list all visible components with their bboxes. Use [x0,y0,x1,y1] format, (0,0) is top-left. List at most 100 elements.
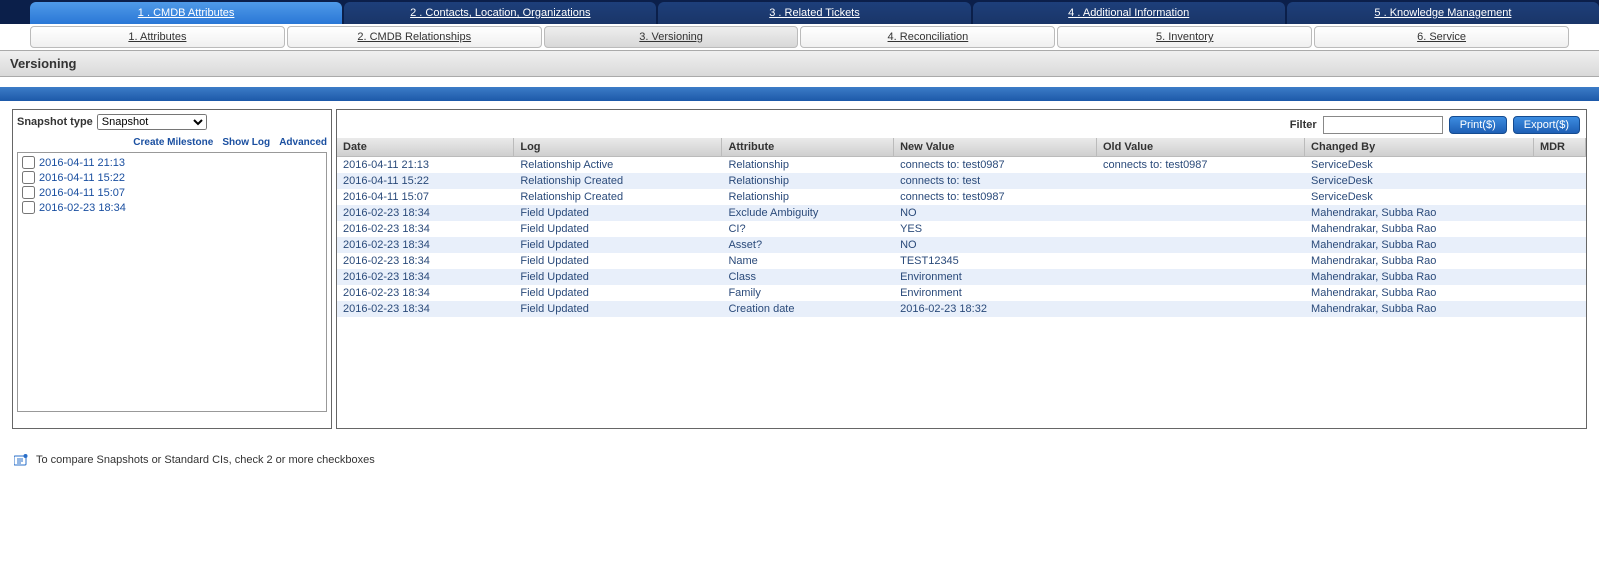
cell-changed_by: Mahendrakar, Subba Rao [1305,253,1534,269]
cell-date: 2016-02-23 18:34 [337,301,514,317]
cell-attribute: Relationship [722,157,894,174]
col-header-log[interactable]: Log [514,138,722,157]
table-row[interactable]: 2016-02-23 18:34Field UpdatedNameTEST123… [337,253,1586,269]
filter-input[interactable] [1323,116,1443,134]
snapshot-checkbox[interactable] [22,171,35,184]
secondary-tab-5[interactable]: 6. Service [1314,26,1569,48]
cell-old_value: connects to: test0987 [1096,157,1304,174]
secondary-tab-0[interactable]: 1. Attributes [30,26,285,48]
cell-new_value: 2016-02-23 18:32 [894,301,1097,317]
cell-attribute: Exclude Ambiguity [722,205,894,221]
section-divider [0,87,1599,101]
cell-date: 2016-02-23 18:34 [337,237,514,253]
cell-date: 2016-04-11 21:13 [337,157,514,174]
cell-mdr [1533,301,1585,317]
cell-new_value: NO [894,205,1097,221]
table-row[interactable]: 2016-04-11 15:22Relationship CreatedRela… [337,173,1586,189]
table-row[interactable]: 2016-02-23 18:34Field UpdatedClassEnviro… [337,269,1586,285]
cell-attribute: Relationship [722,173,894,189]
cell-changed_by: ServiceDesk [1305,173,1534,189]
snapshot-item-label: 2016-04-11 15:07 [39,187,125,199]
cell-new_value: connects to: test0987 [894,189,1097,205]
cell-date: 2016-02-23 18:34 [337,285,514,301]
log-toolbar: Filter Print($) Export($) [337,110,1586,138]
primary-tab-0[interactable]: 1 . CMDB Attributes [30,2,342,24]
cell-date: 2016-02-23 18:34 [337,221,514,237]
cell-attribute: Asset? [722,237,894,253]
table-row[interactable]: 2016-02-23 18:34Field UpdatedExclude Amb… [337,205,1586,221]
cell-log: Field Updated [514,285,722,301]
cell-mdr [1533,285,1585,301]
primary-tab-4[interactable]: 5 . Knowledge Management [1287,2,1599,24]
table-row[interactable]: 2016-04-11 21:13Relationship ActiveRelat… [337,157,1586,174]
cell-log: Relationship Active [514,157,722,174]
snapshot-item-label: 2016-04-11 21:13 [39,157,125,169]
col-header-new-value[interactable]: New Value [894,138,1097,157]
snapshot-checkbox[interactable] [22,186,35,199]
cell-mdr [1533,237,1585,253]
cell-attribute: Relationship [722,189,894,205]
snapshot-item-label: 2016-04-11 15:22 [39,172,125,184]
advanced-link[interactable]: Advanced [279,137,327,148]
cell-changed_by: ServiceDesk [1305,189,1534,205]
cell-new_value: connects to: test [894,173,1097,189]
cell-log: Relationship Created [514,189,722,205]
table-row[interactable]: 2016-02-23 18:34Field UpdatedCI?YESMahen… [337,221,1586,237]
cell-changed_by: ServiceDesk [1305,157,1534,174]
snapshot-item[interactable]: 2016-04-11 21:13 [20,155,324,170]
snapshot-item[interactable]: 2016-04-11 15:07 [20,185,324,200]
top-bar: 1 . CMDB Attributes2 . Contacts, Locatio… [0,0,1599,24]
cell-attribute: Creation date [722,301,894,317]
col-header-date[interactable]: Date [337,138,514,157]
cell-old_value [1096,237,1304,253]
cell-old_value [1096,285,1304,301]
info-icon [14,453,28,467]
create-milestone-link[interactable]: Create Milestone [133,137,213,148]
cell-old_value [1096,189,1304,205]
col-header-mdr[interactable]: MDR [1533,138,1585,157]
primary-tab-3[interactable]: 4 . Additional Information [973,2,1285,24]
col-header-old-value[interactable]: Old Value [1096,138,1304,157]
log-panel: Filter Print($) Export($) Date Log Attri… [336,109,1587,429]
cell-old_value [1096,205,1304,221]
snapshot-item[interactable]: 2016-04-11 15:22 [20,170,324,185]
secondary-tab-1[interactable]: 2. CMDB Relationships [287,26,542,48]
cell-log: Field Updated [514,269,722,285]
cell-mdr [1533,173,1585,189]
cell-new_value: connects to: test0987 [894,157,1097,174]
snapshot-type-select[interactable]: Snapshot [97,114,207,130]
hint-row: To compare Snapshots or Standard CIs, ch… [0,435,1599,477]
primary-tab-2[interactable]: 3 . Related Tickets [658,2,970,24]
snapshot-checkbox[interactable] [22,201,35,214]
primary-tabs: 1 . CMDB Attributes2 . Contacts, Locatio… [0,2,1599,24]
col-header-attribute[interactable]: Attribute [722,138,894,157]
table-row[interactable]: 2016-02-23 18:34Field UpdatedFamilyEnvir… [337,285,1586,301]
cell-new_value: Environment [894,269,1097,285]
secondary-tabs: 1. Attributes2. CMDB Relationships3. Ver… [0,24,1599,51]
table-row[interactable]: 2016-04-11 15:07Relationship CreatedRela… [337,189,1586,205]
table-row[interactable]: 2016-02-23 18:34Field UpdatedCreation da… [337,301,1586,317]
snapshot-type-label: Snapshot type [17,116,93,128]
print-button[interactable]: Print($) [1449,116,1507,134]
snapshot-item[interactable]: 2016-02-23 18:34 [20,200,324,215]
cell-new_value: NO [894,237,1097,253]
primary-tab-1[interactable]: 2 . Contacts, Location, Organizations [344,2,656,24]
secondary-tab-4[interactable]: 5. Inventory [1057,26,1312,48]
cell-new_value: YES [894,221,1097,237]
cell-log: Field Updated [514,237,722,253]
log-table: Date Log Attribute New Value Old Value C… [337,138,1586,317]
export-button[interactable]: Export($) [1513,116,1580,134]
secondary-tab-3[interactable]: 4. Reconciliation [800,26,1055,48]
log-table-header: Date Log Attribute New Value Old Value C… [337,138,1586,157]
cell-date: 2016-02-23 18:34 [337,269,514,285]
cell-old_value [1096,221,1304,237]
col-header-changed-by[interactable]: Changed By [1305,138,1534,157]
secondary-tab-2[interactable]: 3. Versioning [544,26,799,48]
cell-mdr [1533,269,1585,285]
cell-changed_by: Mahendrakar, Subba Rao [1305,285,1534,301]
page-title: Versioning [0,51,1599,77]
show-log-link[interactable]: Show Log [222,137,270,148]
snapshot-checkbox[interactable] [22,156,35,169]
cell-log: Relationship Created [514,173,722,189]
table-row[interactable]: 2016-02-23 18:34Field UpdatedAsset?NOMah… [337,237,1586,253]
